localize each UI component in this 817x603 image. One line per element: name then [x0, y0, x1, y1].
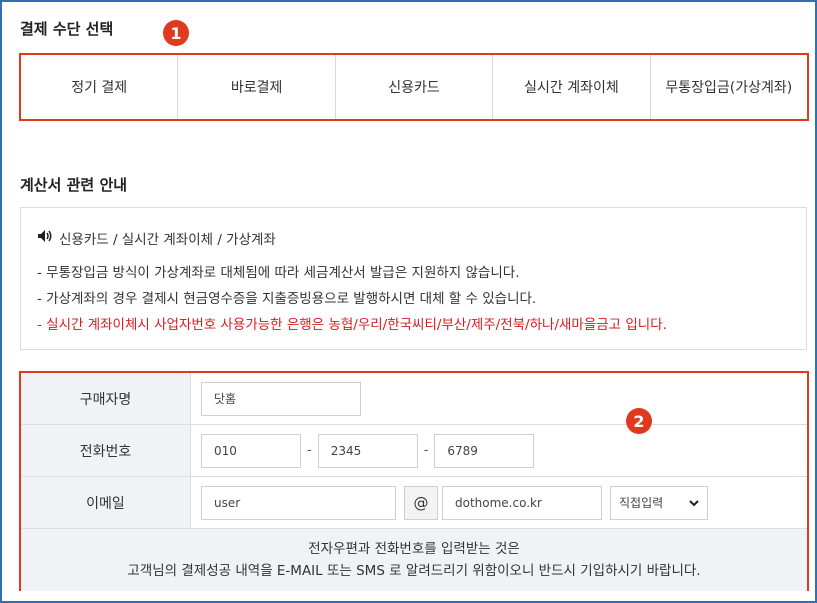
email-domain-select[interactable]: 직접입력 [610, 485, 708, 520]
email-label: 이메일 [21, 477, 191, 528]
email-domain-input[interactable] [442, 485, 602, 520]
tab-instant-payment[interactable]: 바로결제 [178, 55, 336, 119]
form-footer-note: 전자우편과 전화번호를 입력받는 것은 고객님의 결제성공 내역을 E-MAIL… [21, 529, 807, 591]
window-frame: 결제 수단 선택 1 정기 결제 바로결제 신용카드 실시간 계좌이체 무통장입… [0, 0, 817, 603]
notice-line-1: - 무통장입금 방식이 가상계좌로 대체됨에 따라 세금계산서 발급은 지원하지… [37, 265, 520, 281]
buyer-name-label: 구매자명 [21, 373, 191, 424]
notice-line-2: - 가상계좌의 경우 결제시 현금영수증을 지출증빙용으로 발행하시면 대체 할… [37, 291, 537, 307]
tab-credit-card[interactable]: 신용카드 [335, 55, 494, 119]
notice-heading: 신용카드 / 실시간 계좌이체 / 가상계좌 [37, 228, 790, 248]
buyer-info-form: 구매자명 전화번호 - - 이메일 @ 직접입력 [19, 371, 809, 591]
email-domain-select-value: 직접입력 [619, 496, 664, 510]
phone-part-1-input[interactable] [201, 433, 301, 468]
buyer-name-row: 구매자명 [21, 373, 807, 425]
step-badge-2: 2 [626, 408, 652, 434]
tab-regular-payment[interactable]: 정기 결제 [21, 55, 179, 119]
step-badge-1: 1 [163, 20, 189, 46]
tab-virtual-account[interactable]: 무통장입금(가상계좌) [650, 55, 808, 119]
email-row: 이메일 @ 직접입력 [21, 477, 807, 529]
payment-section-title: 결제 수단 선택 [20, 20, 114, 38]
tab-realtime-transfer[interactable]: 실시간 계좌이체 [493, 55, 651, 119]
footer-line-2: 고객님의 결제성공 내역을 E-MAIL 또는 SMS 로 알려드리기 위함이오… [127, 563, 701, 579]
payment-method-tabs: 정기 결제 바로결제 신용카드 실시간 계좌이체 무통장입금(가상계좌) [19, 53, 809, 121]
buyer-name-input[interactable] [201, 381, 361, 416]
notice-warning: - 실시간 계좌이체시 사업자번호 사용가능한 은행은 농협/우리/한국씨티/부… [37, 317, 667, 333]
phone-part-3-input[interactable] [434, 433, 535, 468]
notice-section-title: 계산서 관련 안내 [20, 176, 128, 194]
notice-heading-text: 신용카드 / 실시간 계좌이체 / 가상계좌 [59, 232, 276, 248]
phone-row: 전화번호 - - [21, 425, 807, 477]
notice-box: 신용카드 / 실시간 계좌이체 / 가상계좌 - 무통장입금 방식이 가상계좌로… [20, 207, 807, 350]
footer-line-1: 전자우편과 전화번호를 입력받는 것은 [308, 541, 520, 557]
chevron-down-icon [689, 496, 699, 510]
phone-label: 전화번호 [21, 425, 191, 476]
phone-dash-2: - [423, 443, 429, 458]
phone-part-2-input[interactable] [317, 433, 418, 468]
phone-dash-1: - [307, 443, 312, 458]
email-user-input[interactable] [201, 485, 396, 520]
at-symbol: @ [404, 485, 438, 520]
speaker-icon [37, 229, 53, 247]
